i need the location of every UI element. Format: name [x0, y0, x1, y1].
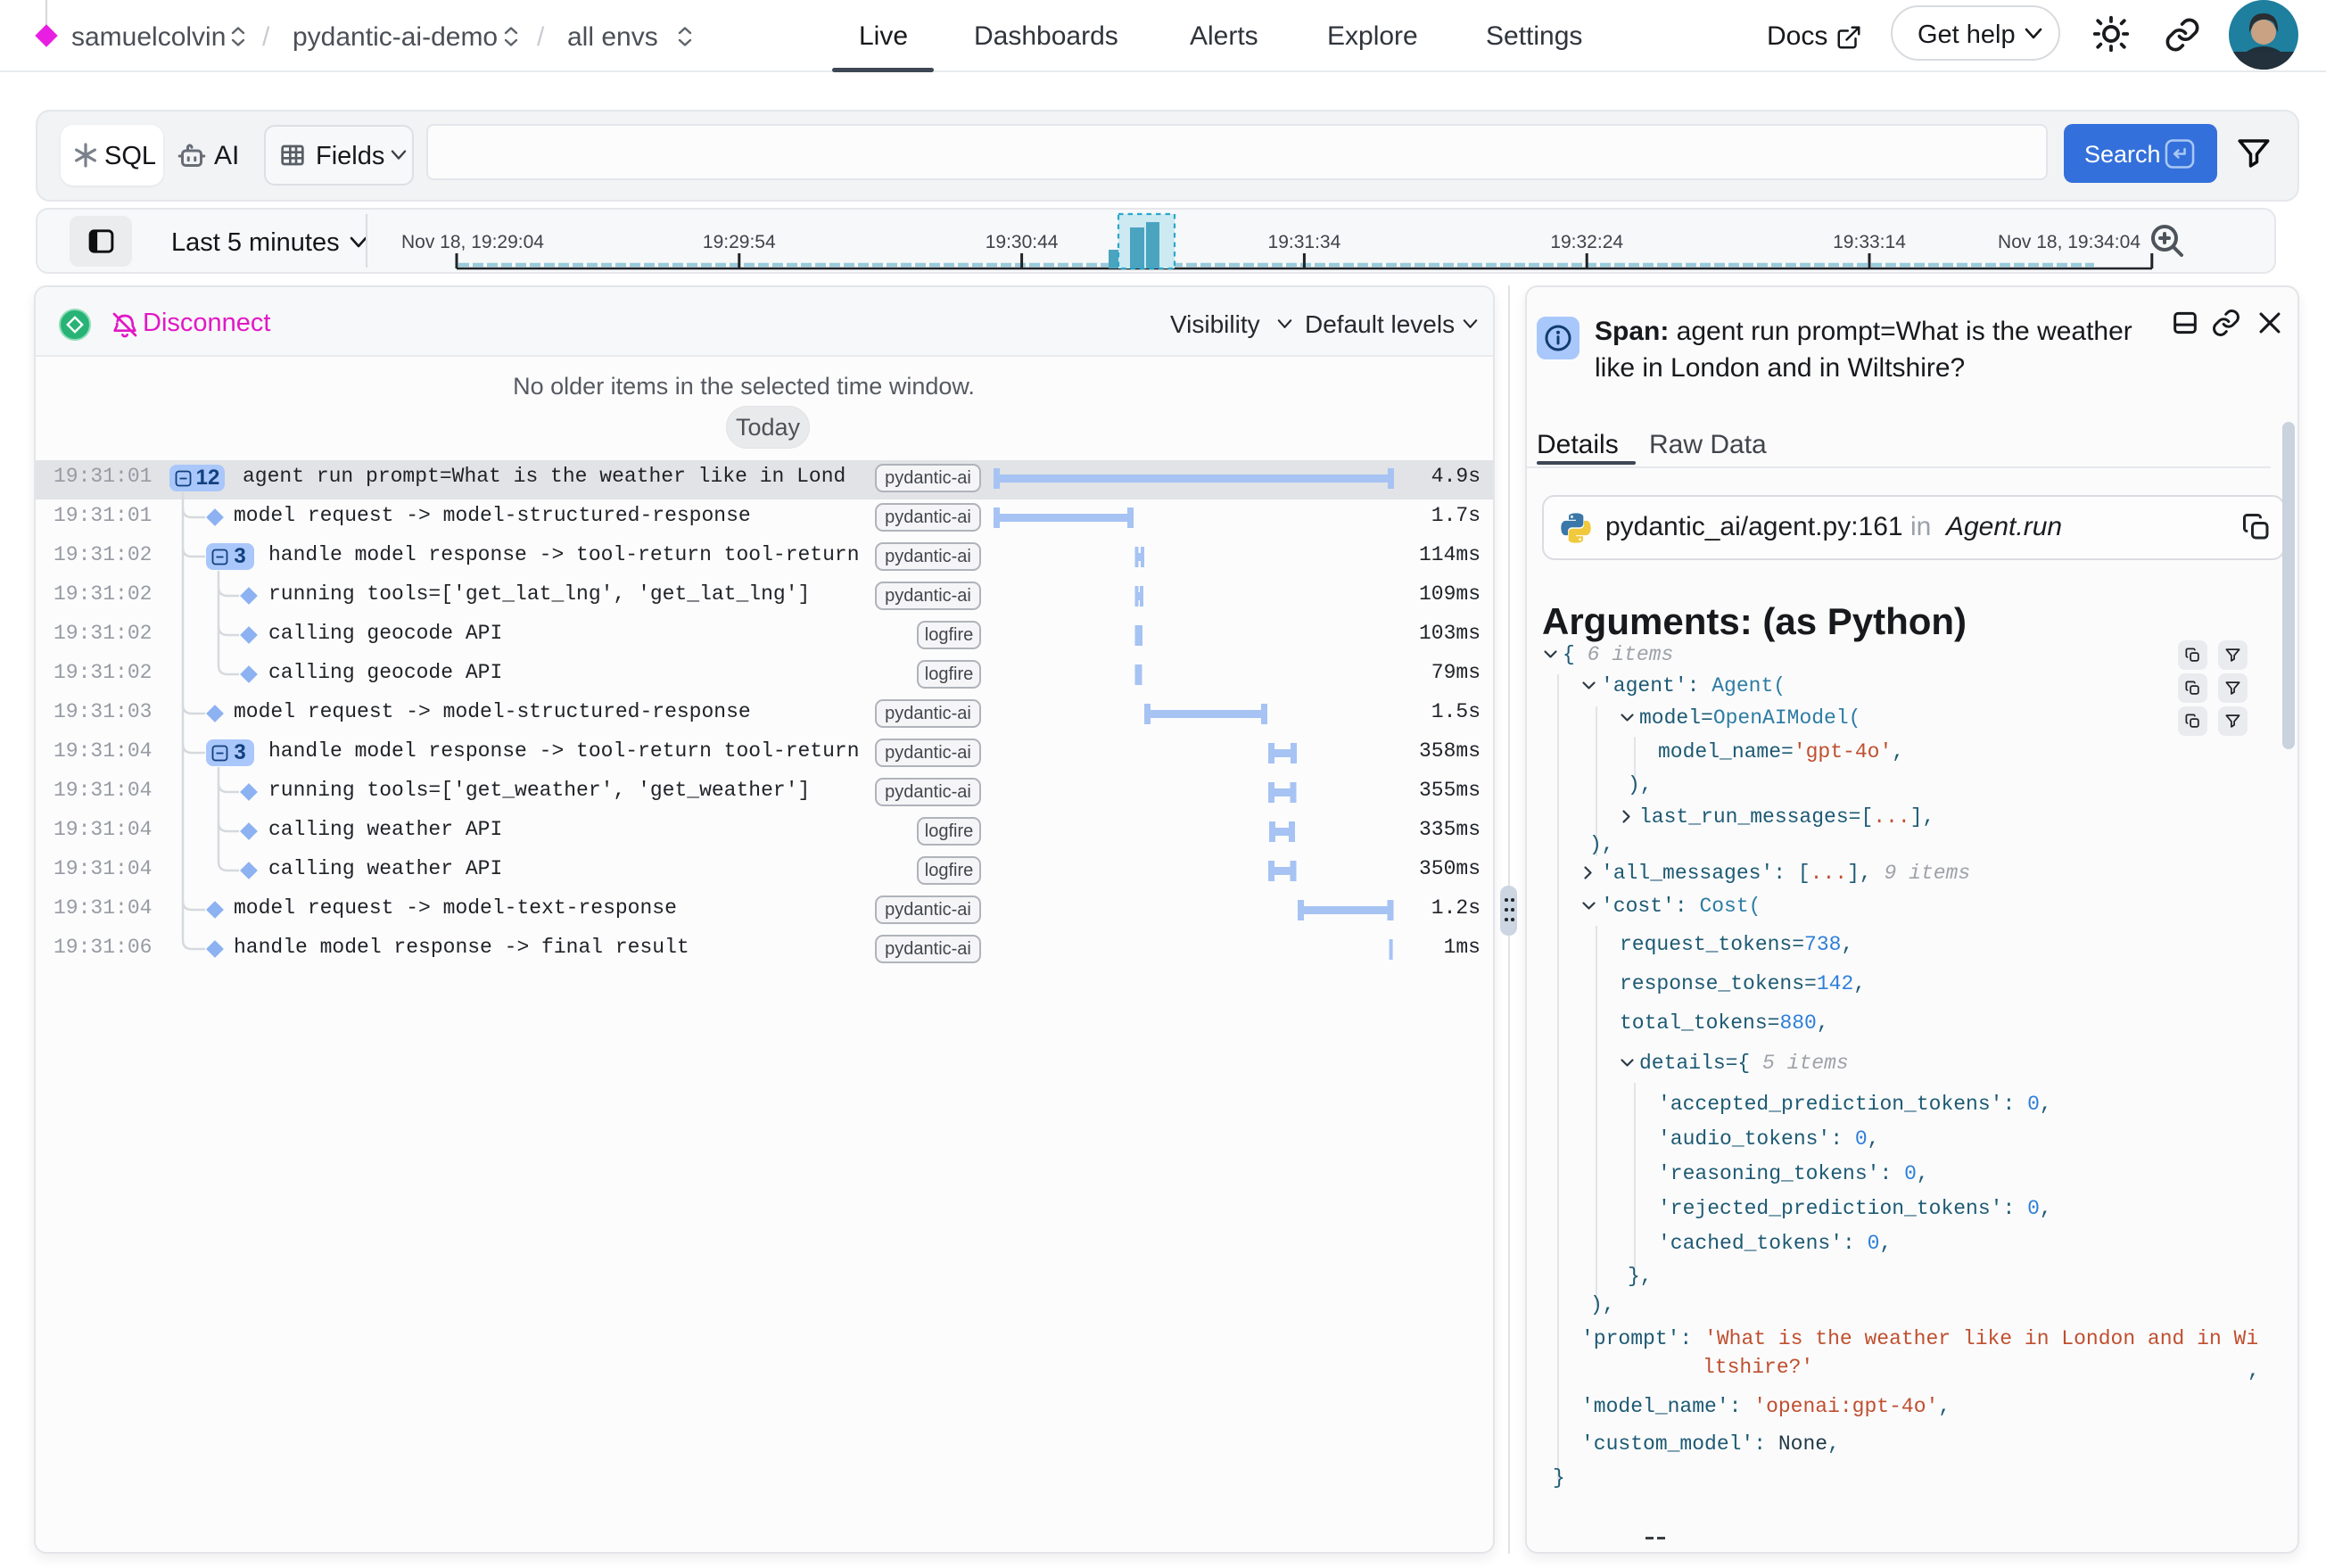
svg-text:19:30:44: 19:30:44	[986, 232, 1059, 252]
svg-text:Nov 18, 19:34:04: Nov 18, 19:34:04	[1998, 232, 2140, 252]
svg-text:19:32:24: 19:32:24	[1550, 232, 1623, 252]
svg-text:Nov 18, 19:29:04: Nov 18, 19:29:04	[401, 232, 544, 252]
svg-text:19:33:14: 19:33:14	[1833, 232, 1906, 252]
svg-text:19:29:54: 19:29:54	[703, 232, 776, 252]
svg-text:19:31:34: 19:31:34	[1268, 232, 1341, 252]
